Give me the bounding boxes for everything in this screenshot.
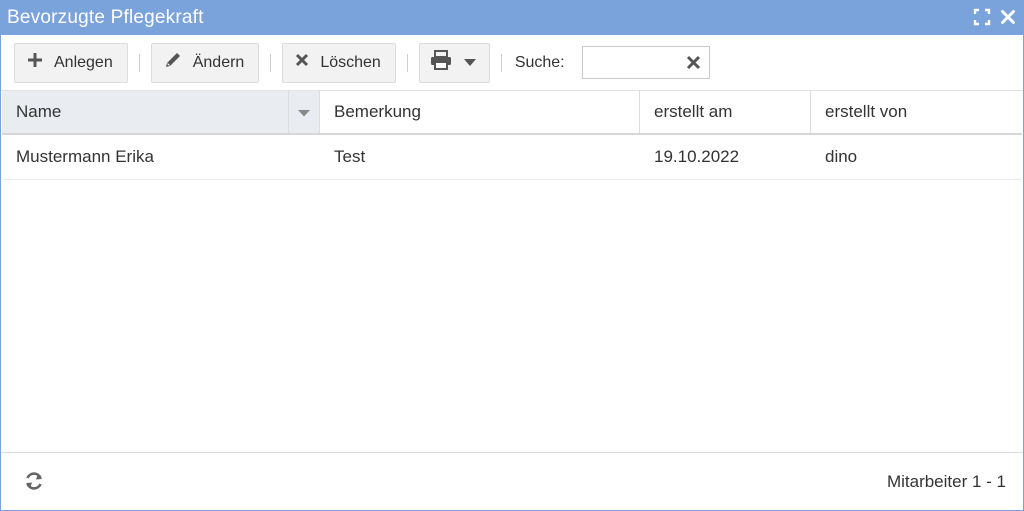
column-menu-trigger[interactable] xyxy=(288,91,319,133)
search-label: Suche: xyxy=(514,53,565,71)
title-bar: Bevorzugte Pflegekraft xyxy=(1,1,1023,35)
column-header-label: Name xyxy=(16,102,62,121)
toolbar-separator xyxy=(406,53,408,72)
print-menu-button[interactable] xyxy=(418,42,490,83)
edit-button[interactable]: Ändern xyxy=(150,42,260,83)
column-header-label: Bemerkung xyxy=(334,102,421,121)
cell-bemerkung: Test xyxy=(334,147,366,166)
column-header-erstellt-von[interactable]: erstellt von xyxy=(811,91,1022,133)
paging-toolbar: Mitarbeiter 1 - 1 xyxy=(1,452,1023,510)
toolbar-separator xyxy=(270,53,272,72)
pencil-icon xyxy=(163,50,183,75)
toolbar: Anlegen Ändern Löschen Suche: xyxy=(1,35,1023,91)
add-button-label: Anlegen xyxy=(54,53,113,71)
cell-name: Mustermann Erika xyxy=(16,147,154,166)
x-icon xyxy=(294,52,310,73)
edit-button-label: Ändern xyxy=(192,53,245,71)
grid-header: Name Bemerkung erstellt am erstellt von xyxy=(2,91,1022,135)
window-controls xyxy=(973,8,1017,26)
toolbar-separator xyxy=(500,53,502,72)
data-grid: Name Bemerkung erstellt am erstellt von … xyxy=(2,91,1022,180)
toolbar-separator xyxy=(138,53,140,72)
pager-status: Mitarbeiter 1 - 1 xyxy=(886,472,1006,491)
clear-search-icon[interactable] xyxy=(686,55,701,70)
search-input[interactable] xyxy=(586,48,686,79)
maximize-icon[interactable] xyxy=(973,8,991,26)
dialog-window: Bevorzugte Pflegekraft Anlegen Ändern Lö… xyxy=(0,0,1024,511)
column-header-name[interactable]: Name xyxy=(2,91,320,133)
add-button[interactable]: Anlegen xyxy=(14,42,128,83)
column-header-label: erstellt von xyxy=(825,102,908,121)
delete-button[interactable]: Löschen xyxy=(282,42,396,83)
column-header-erstellt-am[interactable]: erstellt am xyxy=(640,91,811,133)
cell-erstellt-von: dino xyxy=(825,147,858,166)
search-field[interactable] xyxy=(581,46,710,79)
column-header-label: erstellt am xyxy=(654,102,733,121)
plus-icon xyxy=(26,51,44,74)
caret-down-icon xyxy=(463,54,476,72)
window-title: Bevorzugte Pflegekraft xyxy=(7,7,204,28)
printer-icon xyxy=(430,50,452,75)
cell-erstellt-am: 19.10.2022 xyxy=(654,147,740,166)
close-icon[interactable] xyxy=(999,8,1017,26)
column-header-bemerkung[interactable]: Bemerkung xyxy=(320,91,640,133)
delete-button-label: Löschen xyxy=(320,53,381,71)
refresh-icon[interactable] xyxy=(23,470,45,492)
caret-down-icon xyxy=(298,102,310,122)
table-row[interactable]: Mustermann Erika Test 19.10.2022 dino xyxy=(2,135,1022,180)
